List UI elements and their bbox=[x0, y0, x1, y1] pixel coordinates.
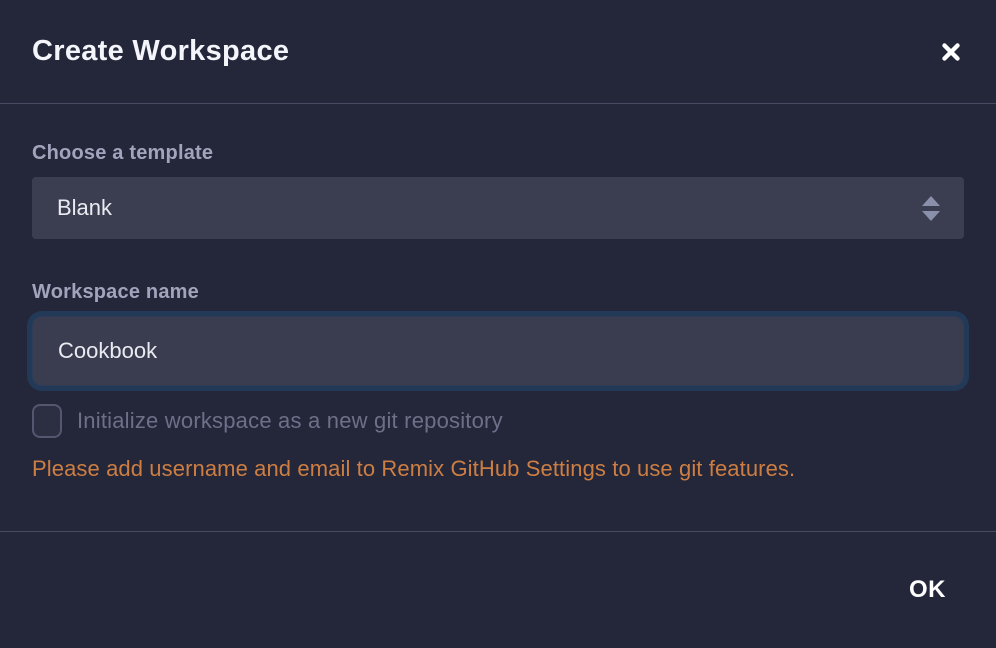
dialog-footer: OK bbox=[0, 531, 996, 648]
template-label: Choose a template bbox=[32, 142, 964, 165]
dialog-title: Create Workspace bbox=[32, 35, 289, 68]
git-init-row: Initialize workspace as a new git reposi… bbox=[32, 404, 964, 438]
git-warning-text: Please add username and email to Remix G… bbox=[32, 456, 964, 482]
template-select-value: Blank bbox=[57, 195, 922, 221]
workspace-name-input[interactable] bbox=[32, 316, 964, 386]
git-init-checkbox[interactable] bbox=[32, 404, 62, 438]
dialog-body: Choose a template Blank Workspace name I… bbox=[0, 104, 996, 531]
workspace-name-label: Workspace name bbox=[32, 281, 964, 304]
close-button[interactable] bbox=[934, 35, 968, 69]
create-workspace-dialog: Create Workspace Choose a template Blank… bbox=[0, 0, 996, 648]
template-select[interactable]: Blank bbox=[32, 177, 964, 239]
git-init-label: Initialize workspace as a new git reposi… bbox=[77, 408, 503, 434]
select-updown-icon bbox=[922, 196, 940, 221]
ok-button[interactable]: OK bbox=[907, 570, 948, 610]
close-icon bbox=[940, 41, 962, 63]
dialog-header: Create Workspace bbox=[0, 0, 996, 104]
